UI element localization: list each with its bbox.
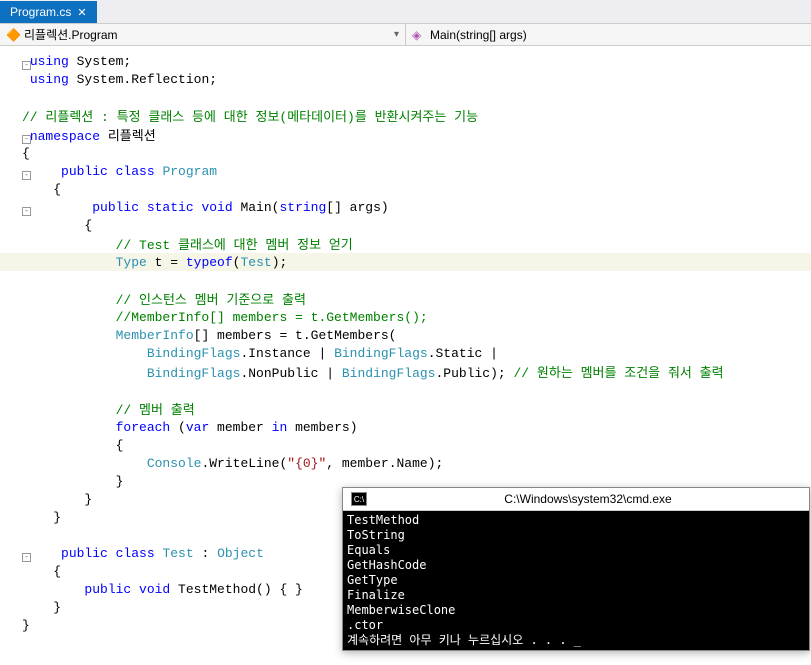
cmd-icon: C:\	[351, 492, 367, 506]
code-comment: // Test 클래스에 대한 멤버 정보 얻기	[22, 234, 353, 253]
code-line: foreach (var member in members)	[22, 420, 358, 435]
method-name: Main(string[] args)	[430, 28, 527, 42]
code-line: BindingFlags.Instance | BindingFlags.Sta…	[22, 346, 498, 361]
code-comment: //MemberInfo[] members = t.GetMembers();	[22, 310, 428, 325]
file-tab[interactable]: Program.cs ✕	[0, 1, 97, 23]
console-title: C:\Windows\system32\cmd.exe	[375, 492, 801, 506]
code-line: }	[22, 492, 92, 507]
console-output: TestMethod ToString Equals GetHashCode G…	[343, 511, 809, 650]
code-line: using System;	[22, 54, 131, 69]
code-line: namespace 리플렉션	[22, 125, 156, 144]
nav-bar: 🔶 리플렉션.Program ▾ ◈ Main(string[] args)	[0, 24, 811, 46]
code-line: }	[22, 618, 30, 633]
code-line: {	[22, 182, 61, 197]
class-icon: 🔶	[6, 28, 20, 42]
method-dropdown[interactable]: ◈ Main(string[] args)	[406, 24, 811, 45]
method-icon: ◈	[412, 28, 426, 42]
console-titlebar[interactable]: C:\ C:\Windows\system32\cmd.exe	[343, 488, 809, 511]
code-line: }	[22, 510, 61, 525]
code-line: }	[22, 600, 61, 615]
tab-bar: Program.cs ✕	[0, 0, 811, 24]
code-comment: // 인스턴스 멤버 기준으로 출력	[22, 289, 306, 308]
code-line: Type t = typeof(Test);	[22, 255, 287, 270]
fold-icon[interactable]: -	[22, 171, 31, 180]
code-line: public class Program	[22, 164, 217, 179]
code-line: {	[22, 146, 30, 161]
fold-icon[interactable]: -	[22, 207, 31, 216]
class-name: 리플렉션.Program	[24, 26, 118, 43]
code-line: Console.WriteLine("{0}", member.Name);	[22, 456, 443, 471]
console-window: C:\ C:\Windows\system32\cmd.exe TestMeth…	[342, 487, 810, 651]
fold-icon[interactable]: -	[22, 553, 31, 562]
close-icon[interactable]: ✕	[77, 6, 86, 19]
tab-filename: Program.cs	[10, 5, 71, 19]
code-line: BindingFlags.NonPublic | BindingFlags.Pu…	[22, 362, 724, 381]
code-line: }	[22, 474, 123, 489]
code-line: public void TestMethod() { }	[22, 582, 303, 597]
chevron-down-icon: ▾	[394, 29, 399, 40]
fold-icon[interactable]: -	[22, 61, 31, 70]
code-line: public static void Main(string[] args)	[22, 200, 389, 215]
code-comment: // 멤버 출력	[22, 399, 195, 418]
code-line: using System.Reflection;	[22, 72, 217, 87]
code-line: public class Test : Object	[22, 546, 264, 561]
fold-icon[interactable]: -	[22, 135, 31, 144]
code-comment: // 리플렉션 : 특정 클래스 등에 대한 정보(메타데이터)를 반환시켜주는…	[22, 106, 478, 125]
class-dropdown[interactable]: 🔶 리플렉션.Program ▾	[0, 24, 406, 45]
code-line: {	[22, 438, 123, 453]
code-line: {	[22, 564, 61, 579]
code-line: MemberInfo[] members = t.GetMembers(	[22, 328, 396, 343]
code-line: {	[22, 218, 92, 233]
